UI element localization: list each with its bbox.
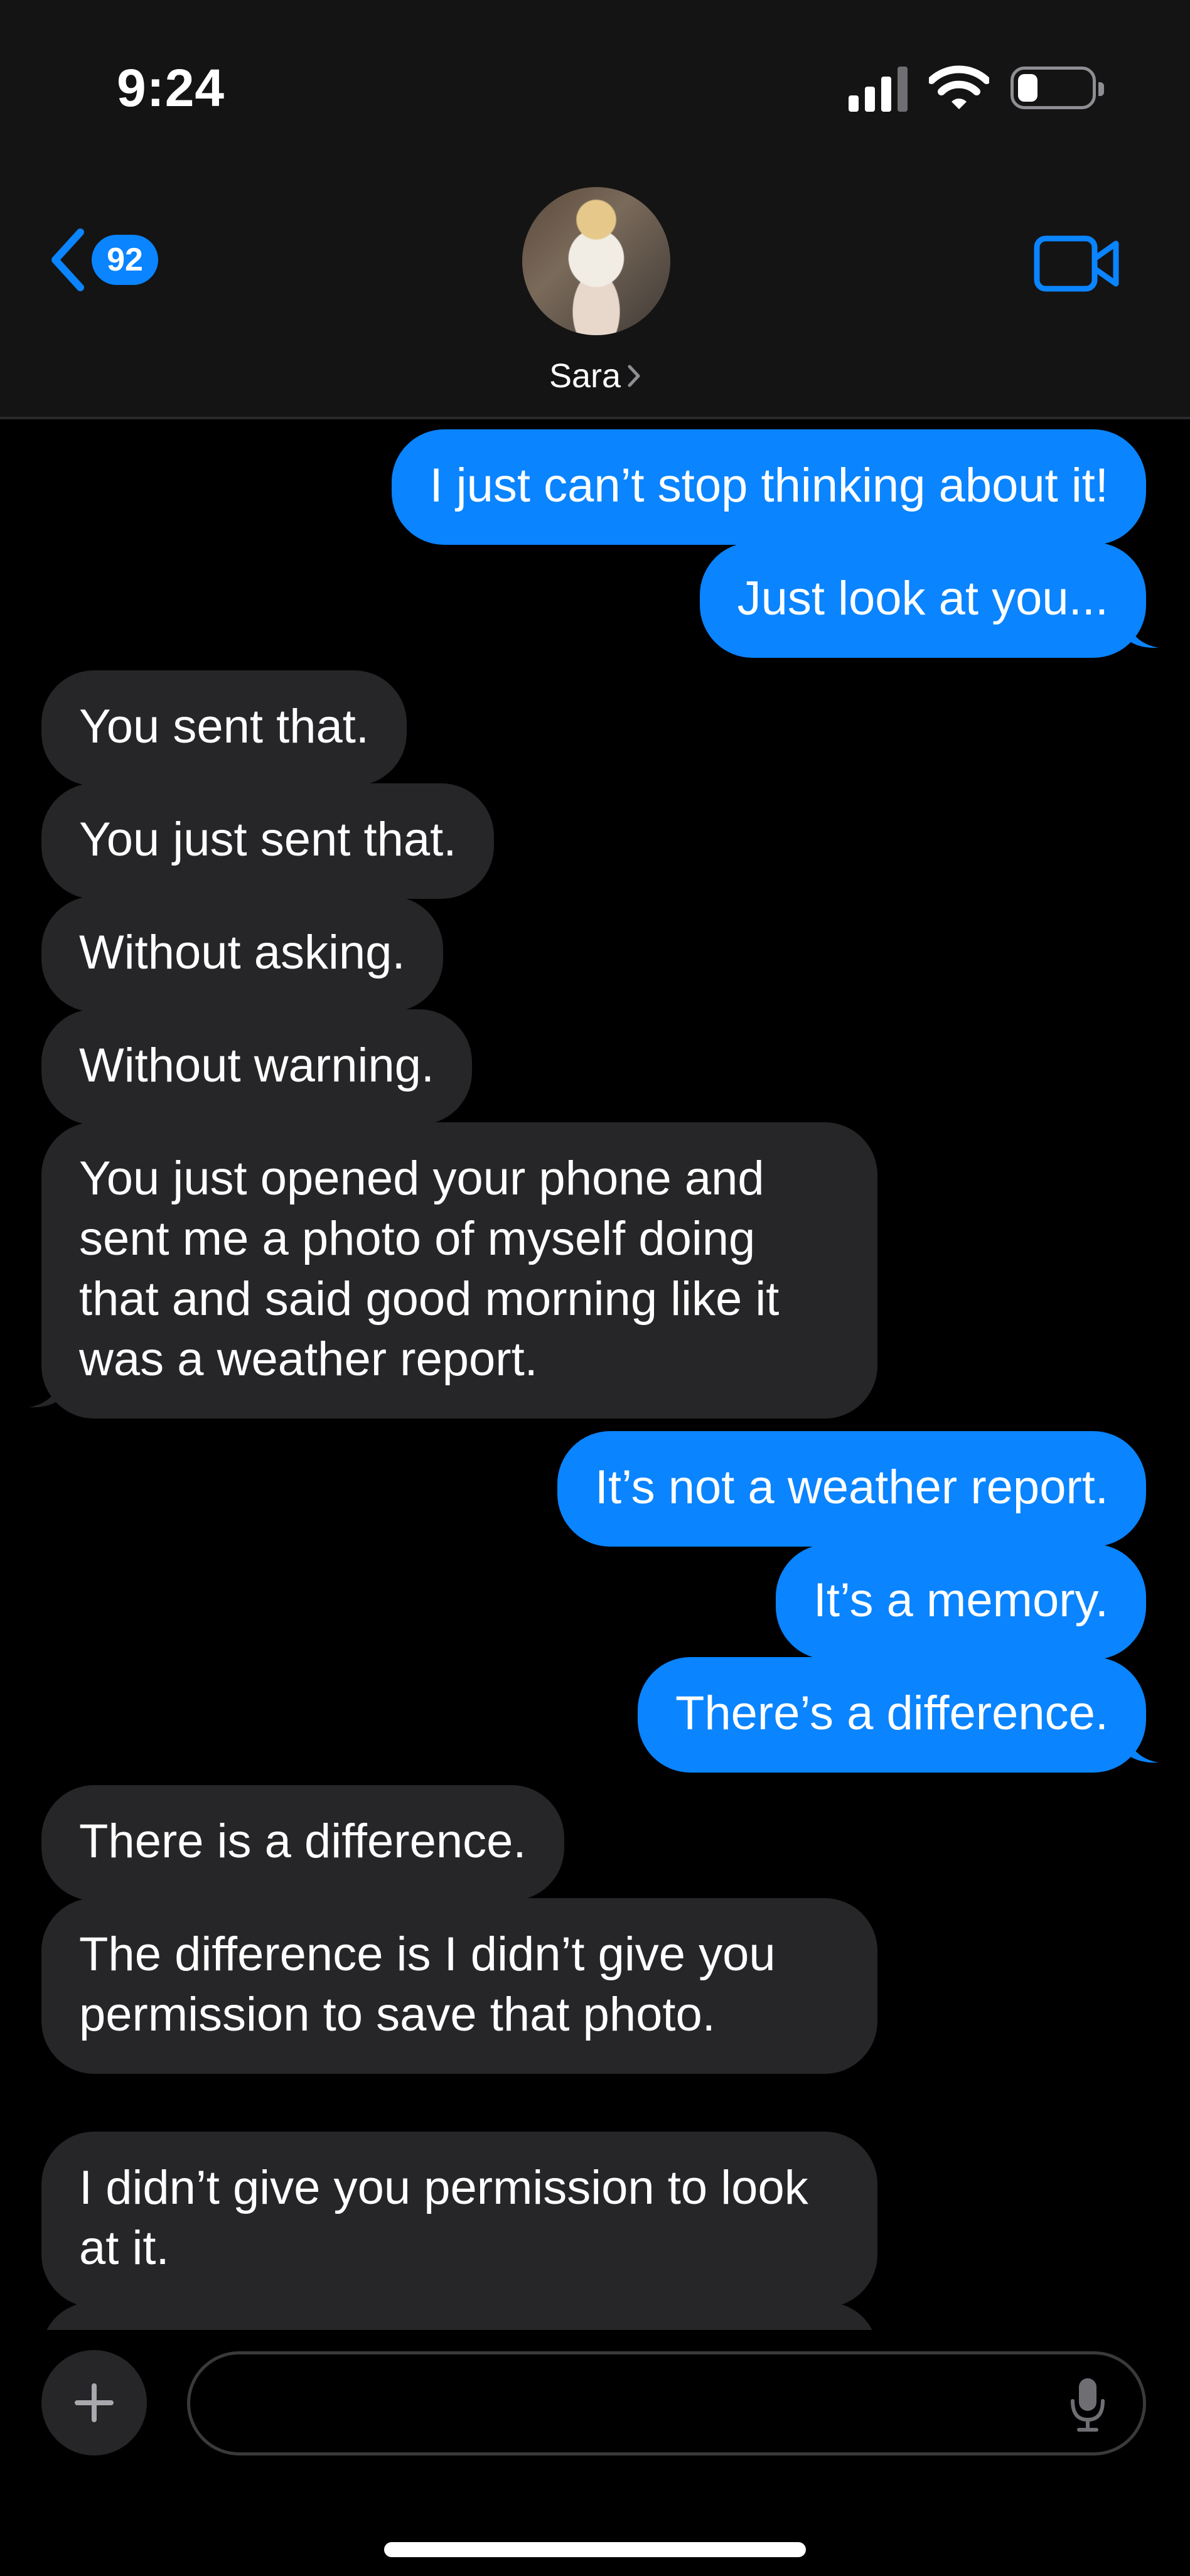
back-button[interactable]: 92 xyxy=(48,227,158,292)
message-incoming[interactable]: I didn’t give you permission to look at … xyxy=(41,2132,877,2307)
message-incoming[interactable]: The difference is I didn’t give you perm… xyxy=(41,1898,877,2074)
status-icons xyxy=(849,62,1104,114)
dictation-button[interactable] xyxy=(1069,2376,1107,2437)
plus-icon xyxy=(75,2383,114,2422)
message-incoming[interactable]: You just opened your phone and sent me a… xyxy=(41,1122,877,1419)
message-thread: I just can’t stop thinking about it! Jus… xyxy=(0,422,1190,2330)
contact-name-button[interactable]: Sara xyxy=(0,357,1190,395)
wifi-icon xyxy=(929,65,989,109)
status-time: 9:24 xyxy=(117,58,225,117)
conversation-header: 9:24 92 Sara xyxy=(0,0,1190,419)
message-incoming[interactable]: Without warning. xyxy=(41,1009,473,1125)
home-indicator[interactable] xyxy=(384,2542,806,2557)
message-outgoing[interactable]: It’s not a weather report. xyxy=(557,1431,1146,1547)
microphone-icon xyxy=(1071,2378,1105,2432)
message-incoming-partial xyxy=(41,2302,877,2330)
bubble-tail xyxy=(1123,1726,1159,1763)
message-outgoing[interactable]: I just can’t stop thinking about it! xyxy=(392,429,1146,545)
unread-count-badge: 92 xyxy=(92,235,158,285)
contact-name: Sara xyxy=(549,357,621,395)
message-incoming[interactable]: You sent that. xyxy=(41,670,407,786)
messages-screen: 9:24 92 Sara I just can’t stop thinking … xyxy=(0,0,1190,2576)
cellular-signal-icon xyxy=(849,64,908,112)
contact-avatar[interactable] xyxy=(522,187,670,335)
bubble-tail xyxy=(1123,611,1159,648)
message-incoming[interactable]: Without asking. xyxy=(41,896,443,1012)
chevron-left-icon xyxy=(51,228,84,291)
message-incoming[interactable]: There is a difference. xyxy=(41,1785,564,1901)
apps-plus-button[interactable] xyxy=(41,2350,147,2455)
message-composer xyxy=(0,2332,1190,2576)
message-outgoing[interactable]: There’s a difference. xyxy=(637,1657,1146,1773)
message-incoming[interactable]: You just sent that. xyxy=(41,783,495,899)
video-call-button[interactable] xyxy=(1033,233,1121,297)
video-camera-icon xyxy=(1034,235,1119,292)
message-input[interactable] xyxy=(187,2351,1146,2455)
battery-icon xyxy=(1010,67,1104,109)
message-outgoing[interactable]: It’s a memory. xyxy=(775,1544,1146,1660)
bubble-tail xyxy=(29,1371,64,1408)
chevron-right-icon xyxy=(628,365,640,387)
message-outgoing[interactable]: Just look at you... xyxy=(699,542,1146,658)
